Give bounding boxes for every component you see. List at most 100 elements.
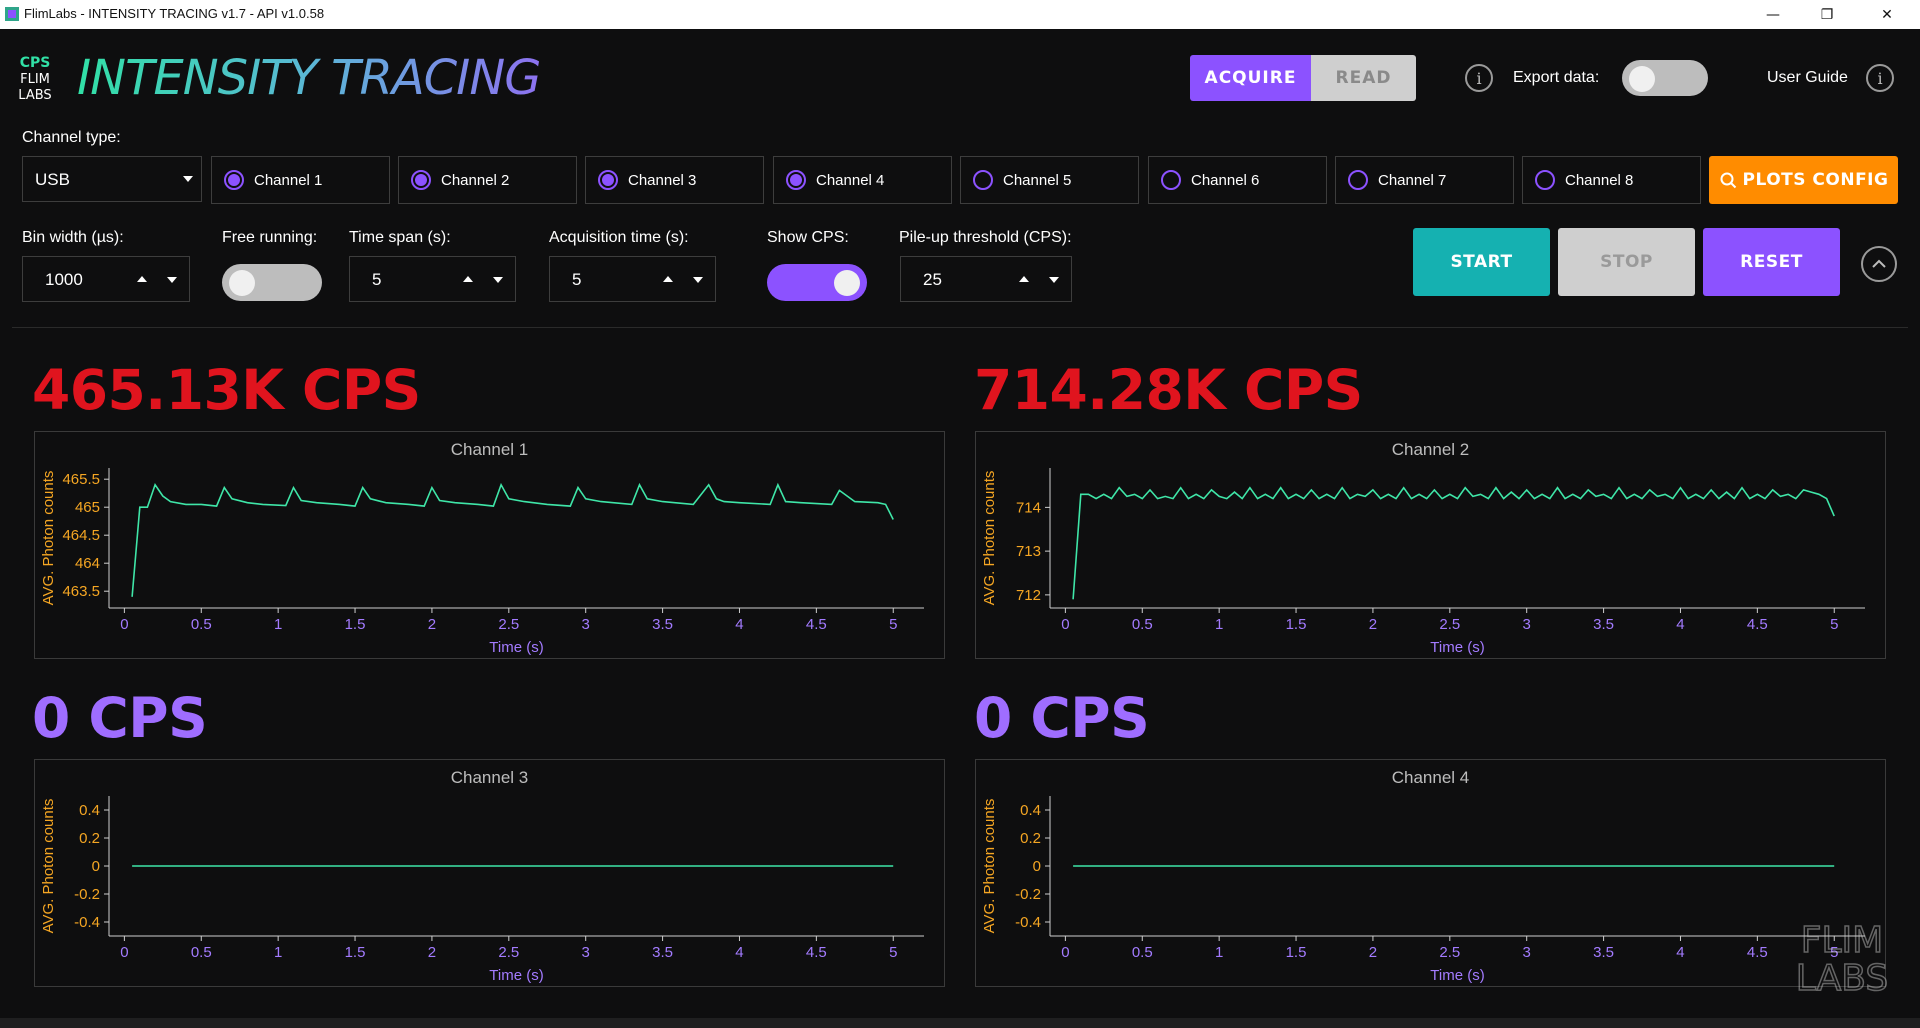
decrement-icon[interactable] xyxy=(493,277,503,283)
x-tick-label: 3.5 xyxy=(652,944,673,961)
flimlabs-logo: CPS FLIM LABS xyxy=(18,55,51,103)
channel-2-checkbox[interactable]: Channel 2 xyxy=(398,156,577,204)
svg-text:FLIM: FLIM xyxy=(1801,920,1883,961)
reset-button[interactable]: RESET xyxy=(1703,228,1840,296)
pileup-threshold-value: 25 xyxy=(923,270,942,289)
export-data-toggle[interactable] xyxy=(1622,60,1708,96)
y-axis-label: AVG. Photon counts xyxy=(981,471,998,606)
channel-label: Channel 6 xyxy=(1191,172,1260,189)
decrement-icon[interactable] xyxy=(167,277,177,283)
x-axis-label: Time (s) xyxy=(1430,967,1484,984)
bin-width-spinbox[interactable]: 1000 xyxy=(22,256,190,302)
y-axis-label: AVG. Photon counts xyxy=(40,471,57,606)
channel-3-cps: 0 CPS xyxy=(32,686,208,750)
show-cps-toggle[interactable] xyxy=(767,264,867,301)
read-mode-button[interactable]: READ xyxy=(1311,55,1416,101)
y-tick-label: 464 xyxy=(75,555,100,572)
x-tick-label: 4 xyxy=(735,616,743,633)
y-axis-label: AVG. Photon counts xyxy=(40,799,57,934)
x-tick-label: 4.5 xyxy=(1747,616,1768,633)
minimize-button[interactable]: — xyxy=(1750,0,1796,29)
channel-label: Channel 2 xyxy=(441,172,510,189)
channel-6-checkbox[interactable]: Channel 6 xyxy=(1148,156,1327,204)
window-titlebar: FlimLabs - INTENSITY TRACING v1.7 - API … xyxy=(0,0,1920,29)
x-tick-label: 2 xyxy=(428,616,436,633)
x-tick-label: 1 xyxy=(274,944,282,961)
x-tick-label: 1.5 xyxy=(345,944,366,961)
channel-7-checkbox[interactable]: Channel 7 xyxy=(1335,156,1514,204)
svg-text:LABS: LABS xyxy=(18,88,51,103)
increment-icon[interactable] xyxy=(663,276,673,282)
user-guide-info-icon[interactable]: i xyxy=(1866,64,1894,92)
increment-icon[interactable] xyxy=(463,276,473,282)
acquisition-time-label: Acquisition time (s): xyxy=(549,229,689,246)
info-icon[interactable]: i xyxy=(1465,64,1493,92)
x-tick-label: 3 xyxy=(582,616,590,633)
y-tick-label: 463.5 xyxy=(62,583,100,600)
channel-1-checkbox[interactable]: Channel 1 xyxy=(211,156,390,204)
start-button[interactable]: START xyxy=(1413,228,1550,296)
channel-label: Channel 7 xyxy=(1378,172,1447,189)
x-tick-label: 2 xyxy=(428,944,436,961)
bin-width-label: Bin width (µs): xyxy=(22,229,124,246)
stop-button[interactable]: STOP xyxy=(1558,228,1695,296)
x-tick-label: 3.5 xyxy=(652,616,673,633)
increment-icon[interactable] xyxy=(1019,276,1029,282)
time-span-spinbox[interactable]: 5 xyxy=(349,256,516,302)
channel-5-checkbox[interactable]: Channel 5 xyxy=(960,156,1139,204)
time-span-label: Time span (s): xyxy=(349,229,451,246)
radio-checked-icon xyxy=(598,170,618,190)
maximize-button[interactable]: ❐ xyxy=(1804,0,1850,29)
acquisition-time-spinbox[interactable]: 5 xyxy=(549,256,716,302)
y-tick-label: -0.4 xyxy=(74,914,100,931)
x-axis-label: Time (s) xyxy=(489,639,543,656)
flimlabs-watermark-logo: FLIM LABS xyxy=(1795,919,1889,996)
x-tick-label: 5 xyxy=(889,944,897,961)
chart-title: Channel 2 xyxy=(1392,440,1470,459)
chevron-down-icon xyxy=(183,176,193,182)
user-guide-link[interactable]: User Guide xyxy=(1767,69,1848,87)
series-line xyxy=(1072,486,1835,600)
channel-type-select[interactable]: USB xyxy=(22,156,202,202)
chart-title: Channel 4 xyxy=(1392,768,1470,787)
decrement-icon[interactable] xyxy=(693,277,703,283)
y-tick-label: -0.4 xyxy=(1015,914,1041,931)
y-axis-label: AVG. Photon counts xyxy=(981,799,998,934)
decrement-icon[interactable] xyxy=(1049,277,1059,283)
export-data-label: Export data: xyxy=(1513,69,1600,86)
acquire-mode-button[interactable]: ACQUIRE xyxy=(1190,55,1311,101)
close-button[interactable]: ✕ xyxy=(1864,0,1910,29)
y-tick-label: 0 xyxy=(92,858,100,875)
divider xyxy=(12,327,1908,328)
radio-unchecked-icon xyxy=(1161,170,1181,190)
y-tick-label: 714 xyxy=(1016,499,1041,516)
pileup-threshold-spinbox[interactable]: 25 xyxy=(900,256,1072,302)
window-title: FlimLabs - INTENSITY TRACING v1.7 - API … xyxy=(24,6,325,21)
channel-label: Channel 3 xyxy=(628,172,697,189)
x-tick-label: 2.5 xyxy=(498,944,519,961)
channel-type-value: USB xyxy=(35,170,70,189)
y-tick-label: 464.5 xyxy=(62,527,100,544)
app-title: INTENSITY TRACING xyxy=(77,50,541,106)
channel-3-checkbox[interactable]: Channel 3 xyxy=(585,156,764,204)
x-tick-label: 3 xyxy=(1523,944,1531,961)
y-tick-label: 465.5 xyxy=(62,471,100,488)
plots-config-button[interactable]: PLOTS CONFIG xyxy=(1709,156,1898,204)
settings-search-icon xyxy=(1720,172,1736,189)
x-tick-label: 1.5 xyxy=(345,616,366,633)
x-tick-label: 3 xyxy=(1523,616,1531,633)
channel-1-cps: 465.13K CPS xyxy=(32,358,421,422)
channel-label: Channel 8 xyxy=(1565,172,1634,189)
channel-4-checkbox[interactable]: Channel 4 xyxy=(773,156,952,204)
increment-icon[interactable] xyxy=(137,276,147,282)
x-tick-label: 2 xyxy=(1369,616,1377,633)
channel-4-cps: 0 CPS xyxy=(974,686,1150,750)
collapse-chevron-up-icon[interactable] xyxy=(1861,246,1897,282)
series-line xyxy=(131,482,894,597)
x-tick-label: 4 xyxy=(1676,616,1684,633)
free-running-toggle[interactable] xyxy=(222,264,322,301)
x-tick-label: 0.5 xyxy=(191,616,212,633)
channel-8-checkbox[interactable]: Channel 8 xyxy=(1522,156,1701,204)
x-axis-label: Time (s) xyxy=(1430,639,1484,656)
radio-unchecked-icon xyxy=(973,170,993,190)
